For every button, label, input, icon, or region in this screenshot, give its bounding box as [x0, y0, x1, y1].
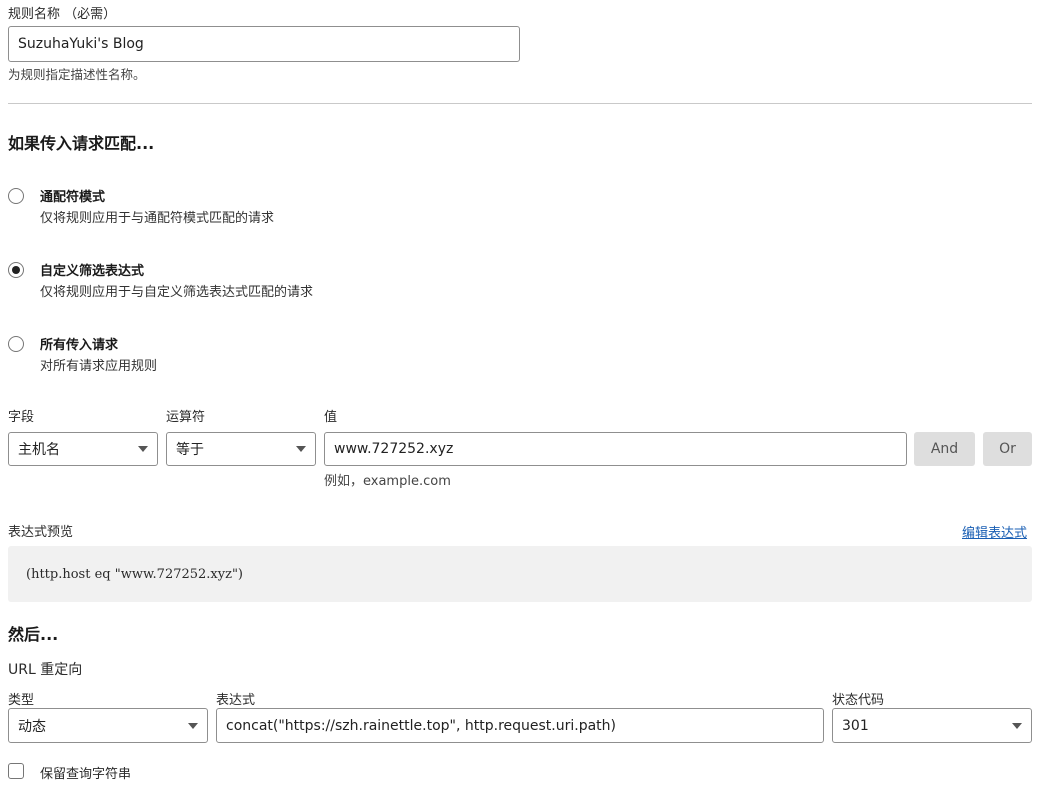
- chevron-down-icon: [188, 722, 198, 729]
- preserve-query-label: 保留查询字符串: [40, 767, 132, 782]
- field-select[interactable]: 主机名: [8, 432, 158, 466]
- option-custom-title: 自定义筛选表达式: [40, 264, 145, 279]
- status-code-label: 状态代码: [832, 693, 885, 708]
- operator-select[interactable]: 等于: [166, 432, 316, 466]
- redirect-expression-value: concat("https://szh.rainettle.top", http…: [226, 717, 616, 734]
- operator-label: 运算符: [166, 410, 206, 425]
- value-input-value: www.727252.xyz: [334, 441, 454, 457]
- expression-preview-text: (http.host eq "www.727252.xyz"): [26, 566, 244, 582]
- or-button[interactable]: Or: [983, 432, 1032, 466]
- field-label: 字段: [8, 410, 35, 425]
- status-code-value: 301: [842, 717, 869, 734]
- chevron-down-icon: [1012, 722, 1022, 729]
- chevron-down-icon: [296, 446, 306, 452]
- option-all-desc: 对所有请求应用规则: [40, 359, 158, 374]
- type-label: 类型: [8, 693, 35, 708]
- field-select-value: 主机名: [18, 442, 60, 458]
- option-wildcard-desc: 仅将规则应用于与通配符模式匹配的请求: [40, 211, 275, 226]
- expression-label: 表达式: [216, 693, 256, 708]
- action-label: URL 重定向: [8, 662, 83, 678]
- section-divider: [8, 103, 1032, 104]
- then-heading: 然后...: [8, 625, 59, 644]
- rule-name-label: 规则名称 （必需）: [8, 7, 117, 22]
- and-button[interactable]: And: [914, 432, 975, 466]
- status-code-select[interactable]: 301: [832, 708, 1032, 743]
- chevron-down-icon: [138, 446, 148, 452]
- edit-expression-link[interactable]: 编辑表达式: [962, 522, 1027, 541]
- preserve-query-checkbox[interactable]: [8, 763, 24, 779]
- operator-select-value: 等于: [176, 442, 204, 458]
- rule-name-input[interactable]: SuzuhaYuki's Blog: [8, 26, 520, 62]
- value-help: 例如，example.com: [324, 474, 451, 489]
- type-select-value: 动态: [18, 718, 46, 735]
- value-input[interactable]: www.727252.xyz: [324, 432, 907, 466]
- expression-preview: (http.host eq "www.727252.xyz"): [8, 546, 1032, 602]
- option-wildcard-title: 通配符模式: [40, 190, 106, 205]
- rule-name-help: 为规则指定描述性名称。: [8, 67, 146, 82]
- redirect-expression-input[interactable]: concat("https://szh.rainettle.top", http…: [216, 708, 824, 743]
- match-heading: 如果传入请求匹配...: [8, 134, 155, 153]
- radio-wildcard[interactable]: [8, 188, 24, 204]
- type-select[interactable]: 动态: [8, 708, 208, 743]
- radio-custom-expression[interactable]: [8, 262, 24, 278]
- rule-name-value: SuzuhaYuki's Blog: [18, 36, 144, 52]
- option-all-title: 所有传入请求: [40, 338, 119, 353]
- option-custom-desc: 仅将规则应用于与自定义筛选表达式匹配的请求: [40, 285, 314, 300]
- radio-all-requests[interactable]: [8, 336, 24, 352]
- expression-preview-label: 表达式预览: [8, 525, 74, 540]
- value-label: 值: [324, 410, 338, 425]
